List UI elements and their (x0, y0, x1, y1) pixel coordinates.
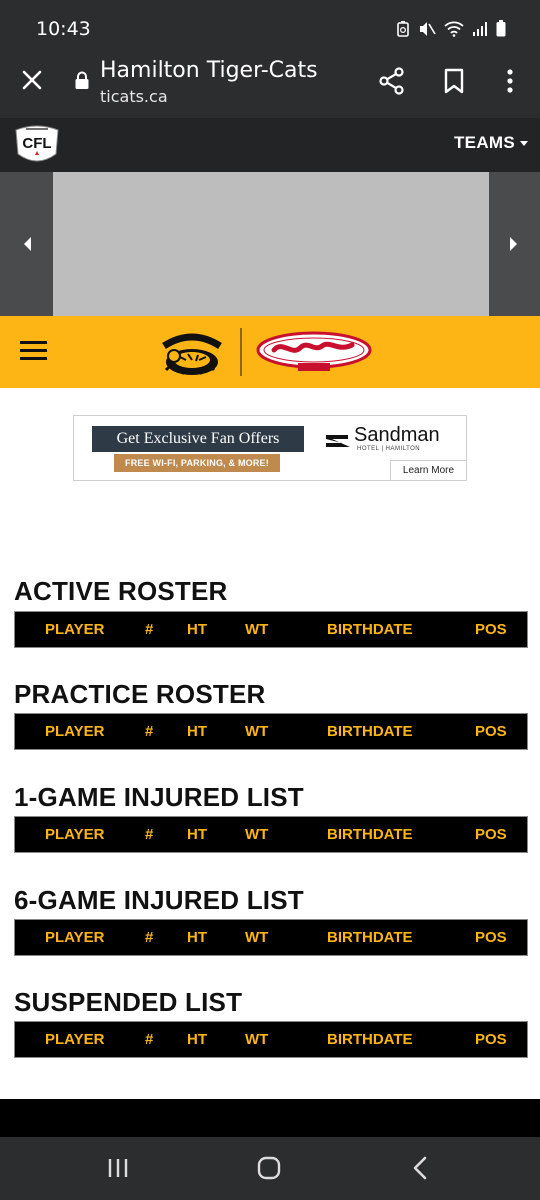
scores-carousel (0, 172, 540, 316)
section-title: PRACTICE ROSTER (14, 679, 266, 709)
header-divider (240, 328, 242, 376)
column-birthdate[interactable]: BIRTHDATE (327, 826, 413, 843)
caret-down-icon (520, 141, 528, 147)
tim-hortons-field-logo[interactable] (256, 330, 372, 374)
column-number[interactable]: # (145, 723, 153, 740)
battery-saver-icon (396, 20, 410, 42)
back-icon[interactable] (410, 1155, 430, 1181)
column-height[interactable]: HT (187, 826, 207, 843)
column-height[interactable]: HT (187, 929, 207, 946)
column-birthdate[interactable]: BIRTHDATE (327, 1031, 413, 1048)
status-icons (396, 20, 506, 42)
column-position[interactable]: POS (475, 826, 507, 843)
menu-icon[interactable] (20, 341, 47, 361)
lock-icon (74, 71, 90, 89)
close-icon[interactable] (18, 66, 46, 94)
league-bar: CFL TEAMS (0, 118, 540, 172)
roster-table-header: PLAYER # HT WT BIRTHDATE POS (14, 713, 528, 750)
system-nav-bar (0, 1137, 540, 1200)
column-weight[interactable]: WT (245, 929, 268, 946)
teams-label: TEAMS (454, 133, 515, 152)
column-weight[interactable]: WT (245, 723, 268, 740)
team-header (0, 316, 540, 388)
mute-icon (418, 21, 436, 42)
ad-brand: Sandman (354, 424, 440, 446)
column-birthdate[interactable]: BIRTHDATE (327, 723, 413, 740)
section-title: 1-GAME INJURED LIST (14, 782, 304, 812)
column-number[interactable]: # (145, 1031, 153, 1048)
column-birthdate[interactable]: BIRTHDATE (327, 929, 413, 946)
svg-text:CFL: CFL (22, 135, 51, 152)
column-weight[interactable]: WT (245, 826, 268, 843)
column-position[interactable]: POS (475, 929, 507, 946)
column-position[interactable]: POS (475, 1031, 507, 1048)
tigercats-logo[interactable] (158, 326, 226, 380)
browser-toolbar: Hamilton Tiger-Cats ticats.ca (0, 56, 540, 118)
column-player[interactable]: PLAYER (45, 929, 104, 946)
roster-table-header: PLAYER # HT WT BIRTHDATE POS (14, 611, 528, 648)
column-height[interactable]: HT (187, 621, 207, 638)
page-url[interactable]: ticats.ca (100, 87, 168, 106)
column-birthdate[interactable]: BIRTHDATE (327, 621, 413, 638)
chevron-left-icon (23, 237, 31, 251)
bookmark-icon[interactable] (442, 67, 466, 95)
carousel-slide[interactable] (53, 172, 489, 316)
ad-brand-sub: HOTEL | HAMILTON (357, 446, 421, 452)
roster-table-header: PLAYER # HT WT BIRTHDATE POS (14, 816, 528, 853)
column-weight[interactable]: WT (245, 621, 268, 638)
carousel-prev-button[interactable] (0, 172, 53, 316)
wifi-icon (444, 21, 464, 42)
recent-apps-icon[interactable] (106, 1157, 130, 1179)
column-player[interactable]: PLAYER (45, 621, 104, 638)
section-title: 6-GAME INJURED LIST (14, 885, 304, 915)
column-player[interactable]: PLAYER (45, 723, 104, 740)
column-player[interactable]: PLAYER (45, 826, 104, 843)
ad-perks: FREE WI-FI, PARKING, & MORE! (114, 454, 280, 472)
more-options-icon[interactable] (500, 67, 520, 95)
roster-table-header: PLAYER # HT WT BIRTHDATE POS (14, 919, 528, 956)
column-height[interactable]: HT (187, 723, 207, 740)
ad-learn-more-button[interactable]: Learn More (390, 460, 466, 480)
column-number[interactable]: # (145, 826, 153, 843)
page-title: Hamilton Tiger-Cats (100, 58, 318, 83)
section-title: ACTIVE ROSTER (14, 576, 228, 606)
roster-table-header: PLAYER # HT WT BIRTHDATE POS (14, 1021, 528, 1058)
sandman-ad-banner[interactable]: Get Exclusive Fan Offers FREE WI-FI, PAR… (73, 415, 467, 481)
ad-headline: Get Exclusive Fan Offers (92, 426, 304, 452)
section-title: SUSPENDED LIST (14, 987, 243, 1017)
page-footer (0, 1099, 540, 1137)
cfl-logo[interactable]: CFL (12, 124, 62, 166)
signal-icon (472, 21, 488, 42)
column-player[interactable]: PLAYER (45, 1031, 104, 1048)
teams-dropdown[interactable]: TEAMS (454, 133, 528, 153)
status-time: 10:43 (36, 18, 91, 40)
column-height[interactable]: HT (187, 1031, 207, 1048)
column-number[interactable]: # (145, 929, 153, 946)
home-icon[interactable] (256, 1155, 282, 1181)
column-weight[interactable]: WT (245, 1031, 268, 1048)
column-position[interactable]: POS (475, 621, 507, 638)
column-position[interactable]: POS (475, 723, 507, 740)
carousel-next-button[interactable] (487, 172, 540, 316)
share-icon[interactable] (378, 67, 406, 95)
status-bar: 10:43 (0, 0, 540, 56)
column-number[interactable]: # (145, 621, 153, 638)
battery-icon (496, 20, 506, 42)
chevron-right-icon (509, 237, 517, 251)
